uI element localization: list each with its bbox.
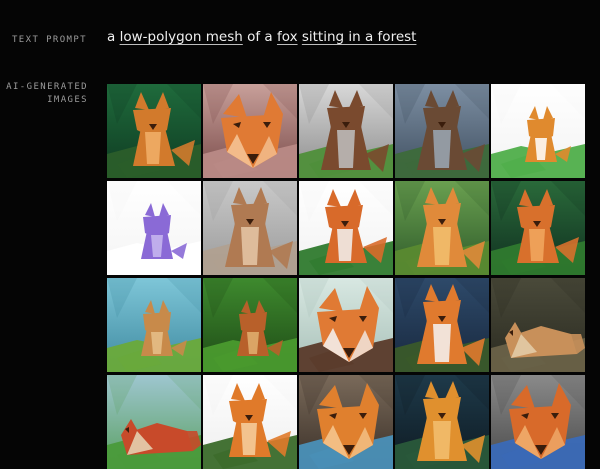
fox-image	[491, 84, 585, 178]
fox-image	[203, 278, 297, 372]
fox-image	[203, 375, 297, 469]
fox-image	[107, 375, 201, 469]
generated-image-9[interactable]	[395, 181, 489, 275]
ai-generated-image-grid	[107, 84, 585, 469]
generated-image-19[interactable]	[395, 375, 489, 469]
generated-image-5[interactable]	[491, 84, 585, 178]
generated-image-6[interactable]	[107, 181, 201, 275]
fox-image	[299, 84, 393, 178]
generated-image-4[interactable]	[395, 84, 489, 178]
generated-image-2[interactable]	[203, 84, 297, 178]
prompt-term-low-polygon-mesh[interactable]: low-polygon mesh	[120, 29, 243, 45]
ai-generated-label-line1: AI-GENERATED	[6, 82, 88, 92]
generated-image-10[interactable]	[491, 181, 585, 275]
fox-image	[299, 278, 393, 372]
generated-image-12[interactable]	[203, 278, 297, 372]
prompt-term-sitting-in-a-forest[interactable]: sitting in a forest	[302, 29, 417, 45]
fox-image	[203, 84, 297, 178]
generated-image-17[interactable]	[203, 375, 297, 469]
generated-image-3[interactable]	[299, 84, 393, 178]
prompt-term-fox[interactable]: fox	[277, 29, 298, 45]
fox-image	[395, 181, 489, 275]
fox-image	[107, 278, 201, 372]
fox-image	[203, 181, 297, 275]
fox-image	[107, 84, 201, 178]
ai-generated-label-line2: IMAGES	[47, 95, 88, 105]
generated-image-16[interactable]	[107, 375, 201, 469]
fox-image	[491, 181, 585, 275]
fox-image	[491, 375, 585, 469]
prompt-text-part1: a	[107, 29, 120, 45]
fox-image	[395, 278, 489, 372]
ai-generated-images-label: AI-GENERATED IMAGES	[0, 81, 88, 107]
fox-image	[491, 278, 585, 372]
fox-image	[395, 375, 489, 469]
prompt-text-part2: of a	[242, 29, 277, 45]
fox-image	[299, 181, 393, 275]
generated-image-13[interactable]	[299, 278, 393, 372]
generated-image-1[interactable]	[107, 84, 201, 178]
fox-image	[299, 375, 393, 469]
fox-image	[107, 181, 201, 275]
generated-image-14[interactable]	[395, 278, 489, 372]
generated-image-15[interactable]	[491, 278, 585, 372]
fox-image	[395, 84, 489, 178]
generated-image-8[interactable]	[299, 181, 393, 275]
generated-image-20[interactable]	[491, 375, 585, 469]
generated-image-7[interactable]	[203, 181, 297, 275]
text-prompt-label: TEXT PROMPT	[11, 35, 87, 45]
generated-image-11[interactable]	[107, 278, 201, 372]
text-prompt: a low-polygon mesh of a fox sitting in a…	[107, 28, 416, 46]
generated-image-18[interactable]	[299, 375, 393, 469]
